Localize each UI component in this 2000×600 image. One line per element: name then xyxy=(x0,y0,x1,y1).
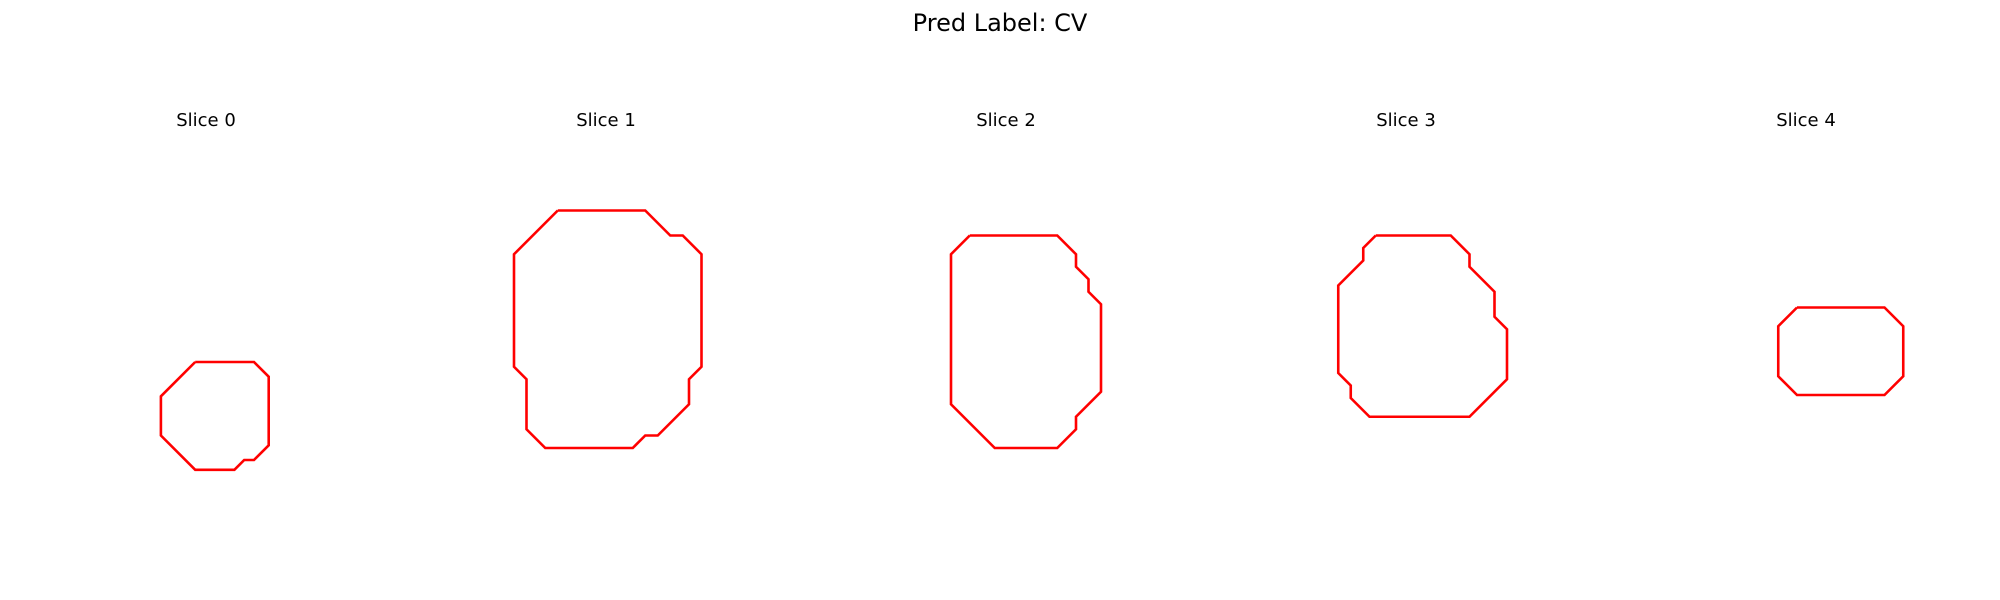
contour-outline-2 xyxy=(951,236,1101,449)
slice-plot-4 xyxy=(1606,100,2000,600)
slice-panel-3: Slice 3 xyxy=(1206,100,1606,600)
contour-outline-0 xyxy=(161,362,269,470)
slice-panel-0: Slice 0 xyxy=(6,100,406,600)
slice-plot-1 xyxy=(406,100,806,600)
slice-plot-2 xyxy=(806,100,1206,600)
slice-panel-1: Slice 1 xyxy=(406,100,806,600)
slice-plot-0 xyxy=(6,100,406,600)
slice-plot-3 xyxy=(1206,100,1606,600)
slice-panel-4: Slice 4 xyxy=(1606,100,2000,600)
contour-outline-1 xyxy=(514,211,702,449)
figure-title: Pred Label: CV xyxy=(912,9,1088,37)
contour-outline-4 xyxy=(1778,308,1903,396)
slice-panel-2: Slice 2 xyxy=(806,100,1206,600)
contour-outline-3 xyxy=(1338,236,1507,417)
